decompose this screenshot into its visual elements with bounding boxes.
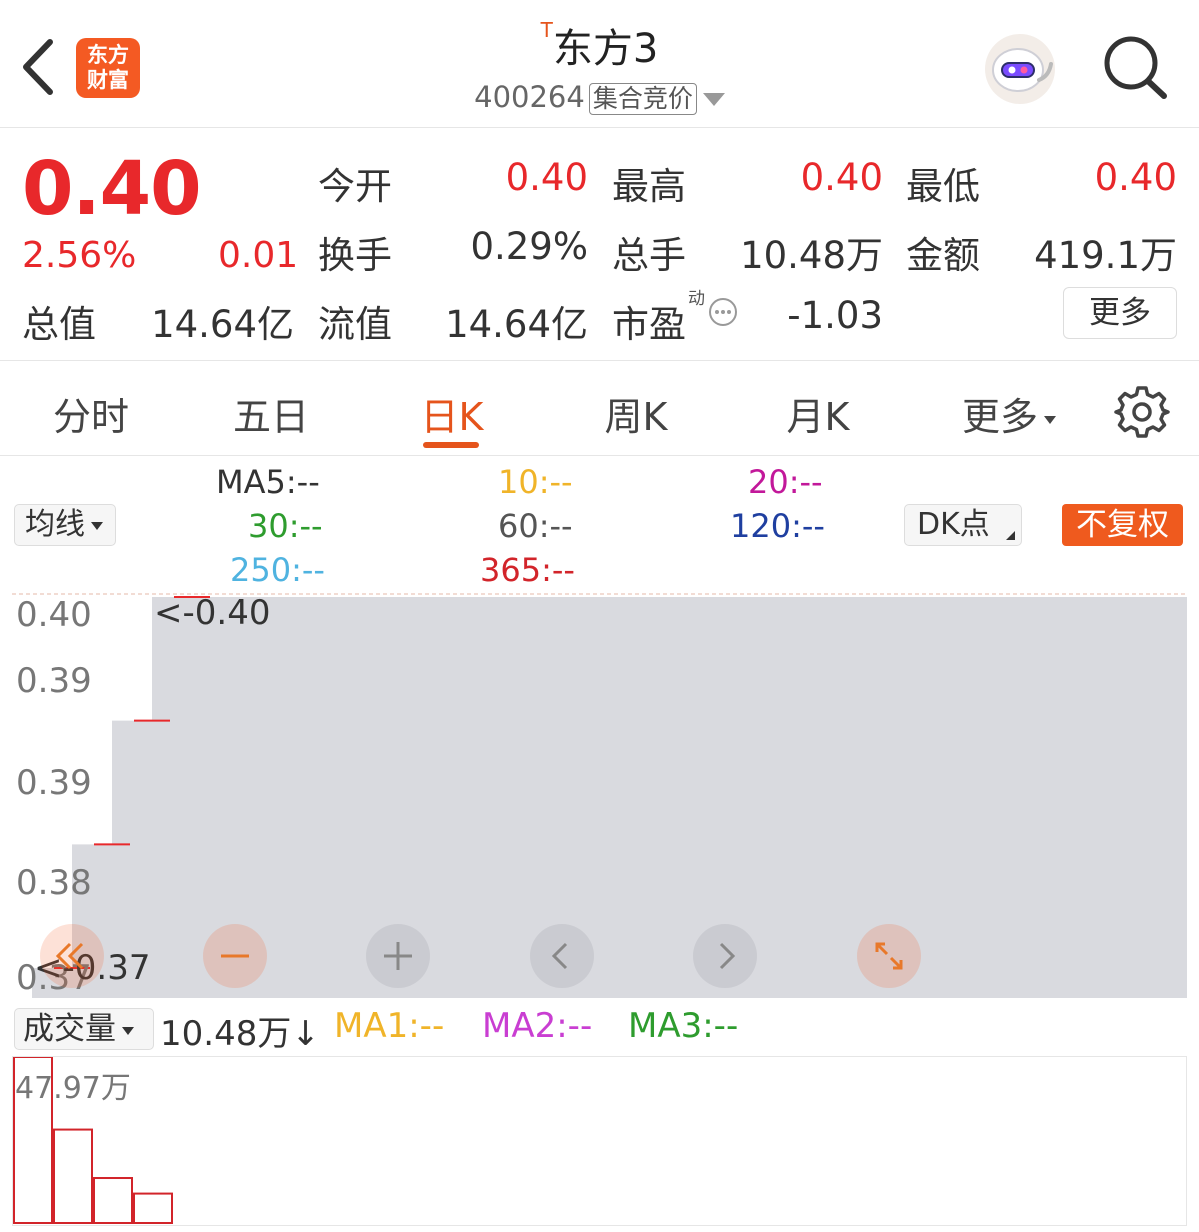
caret-down-icon [91,521,103,530]
volume-selector-label: 成交量 [23,1011,116,1047]
float-label: 流值 [318,303,392,346]
volume-label: 总手 [612,234,686,277]
ma120-value: 120:-- [730,507,825,545]
expand-icon [875,942,903,970]
chevron-left-icon [551,942,568,970]
volume-value: 10.48万 [740,234,883,277]
indicator-selector-label: 均线 [25,507,85,542]
robot-assistant-button[interactable] [981,32,1059,106]
ma10-value: 10:-- [498,463,573,501]
volume-canvas [13,1057,173,1225]
volume-ma2: MA2:-- [482,1006,593,1046]
minus-icon [221,954,249,958]
tab-weekly-k[interactable]: 周K [596,386,676,441]
zoom-out-button[interactable] [203,924,267,988]
caret-down-icon [122,1026,134,1035]
auction-badge: 集合竞价 [588,83,697,115]
low-label: 最低 [906,165,980,208]
robot-avatar-icon [985,34,1055,104]
low-value: 0.40 [1094,156,1177,199]
scroll-to-start-button[interactable] [40,924,104,988]
float-value: 14.64亿 [445,303,588,346]
chevron-right-icon [719,942,736,970]
price-adjust-button[interactable]: 不复权 [1062,504,1183,546]
open-label: 今开 [318,165,392,208]
zoom-in-button[interactable] [366,924,430,988]
volume-indicator-selector[interactable]: 成交量 [14,1008,154,1050]
tab-five-day[interactable]: 五日 [228,386,314,441]
plus-icon [384,942,412,970]
amount-label: 金额 [906,234,980,277]
turnover-label: 换手 [318,234,392,277]
ma365-value: 365:-- [480,551,575,589]
volume-ma3: MA3:-- [628,1006,739,1046]
ma250-value: 250:-- [230,551,325,589]
pe-label: 市盈 [612,303,686,346]
volume-ma1: MA1:-- [334,1006,445,1046]
caret-down-icon [702,92,725,106]
caret-down-icon [1044,415,1056,424]
stock-name: 东方3 [552,26,659,72]
chart-settings-button[interactable] [1114,384,1170,440]
search-button[interactable] [1100,34,1170,100]
gear-icon [1114,386,1170,438]
period-tabs: 分时 五日 日K 周K 月K 更多 [0,362,1199,456]
double-chevron-left-icon [55,942,84,970]
indicator-selector[interactable]: 均线 [14,504,116,546]
amount-value: 419.1万 [1034,234,1177,277]
volume-chart[interactable]: 47.97万 [12,1056,1187,1226]
ellipsis-circle-icon [709,298,737,326]
more-info-button[interactable] [708,297,738,327]
volume-current: 10.48万↓ [160,1006,320,1055]
y-axis-label: 0.38 [16,863,92,903]
open-value: 0.40 [505,156,588,199]
scroll-left-button[interactable] [530,924,594,988]
volume-current-value: 10.48万 [160,1014,292,1054]
high-value: 0.40 [800,156,883,199]
tab-monthly-k[interactable]: 月K [778,386,858,441]
pe-dynamic-mark: 动 [688,289,705,309]
kline-chart[interactable]: 0.40 0.39 0.39 0.38 0.37 <-0.40 <-0.37 [12,593,1187,998]
stock-code: 400264 [474,80,585,114]
search-icon [1104,36,1167,99]
tab-intraday[interactable]: 分时 [48,386,134,441]
title-tag: T [540,18,553,42]
volume-max-label: 47.97万 [15,1071,131,1106]
high-label: 最高 [612,165,686,208]
mktcap-label: 总值 [22,303,96,346]
ma60-value: 60:-- [498,507,573,545]
quote-panel: 0.40 2.56% 0.01 今开 0.40 最高 0.40 最低 0.40 … [0,129,1199,361]
volume-legend: 成交量 10.48万↓ MA1:-- MA2:-- MA3:-- [0,1004,1199,1055]
y-axis-label: 0.39 [16,763,92,803]
pe-value: -1.03 [787,294,883,337]
fullscreen-button[interactable] [857,924,921,988]
mktcap-value: 14.64亿 [151,303,294,346]
active-tab-indicator [423,442,479,448]
tab-daily-k[interactable]: 日K [412,386,492,441]
y-axis-label: 0.40 [16,595,92,635]
change-percent: 2.56% [22,235,137,276]
down-arrow-icon: ↓ [291,1014,320,1054]
kline-canvas [12,593,1187,998]
top-nav-bar: 东方 财富 T东方3 400264 集合竞价 [0,0,1199,128]
volume-bar [53,1128,93,1224]
scroll-right-button[interactable] [693,924,757,988]
y-axis-label: 0.39 [16,661,92,701]
dk-point-button[interactable]: DK点 [904,504,1022,546]
tab-more[interactable]: 更多 [954,386,1064,441]
volume-bar [133,1192,173,1225]
more-stats-button[interactable]: 更多 [1063,287,1177,339]
tab-more-label: 更多 [961,395,1038,439]
ma20-value: 20:-- [748,463,823,501]
max-price-annotation: <-0.40 [154,593,271,633]
moving-average-legend: 均线 MA5:-- 10:-- 20:-- 30:-- 60:-- 120:--… [0,457,1199,592]
dk-point-label: DK点 [917,507,990,542]
turnover-value: 0.29% [470,225,588,268]
corner-triangle-icon [1006,531,1015,540]
change-amount: 0.01 [218,235,299,276]
volume-bar [93,1177,133,1224]
last-price: 0.40 [22,146,202,232]
ma5-value: MA5:-- [216,463,320,501]
ma30-value: 30:-- [248,507,323,545]
